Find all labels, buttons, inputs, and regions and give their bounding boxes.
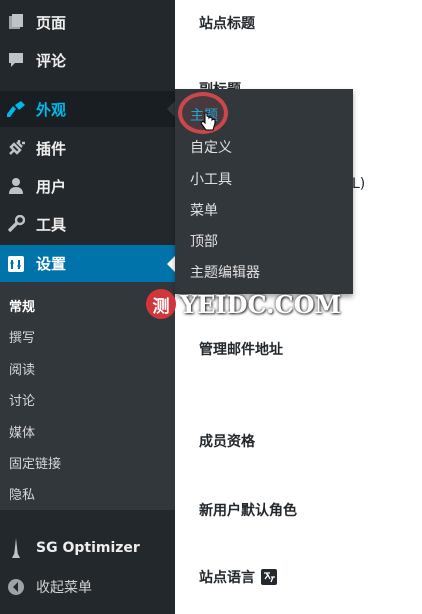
flyout-item-menus[interactable]: 菜单 [190, 200, 218, 220]
sidebar-item-pages[interactable]: 页面 [0, 4, 175, 40]
site-title-label: 站点标题 [199, 16, 255, 32]
submenu-item-reading[interactable]: 阅读 [9, 359, 35, 378]
sidebar-item-label: 评论 [36, 51, 67, 70]
settings-icon [6, 254, 26, 274]
flyout-item-theme-editor[interactable]: 主题编辑器 [190, 262, 260, 282]
sidebar-item-label: 工具 [36, 215, 67, 234]
sidebar-item-label: 页面 [36, 13, 67, 32]
sidebar-item-label: 插件 [36, 139, 67, 158]
sidebar-item-label: SG Optimizer [36, 540, 140, 556]
appearance-icon [6, 99, 26, 119]
site-url-partial-text: L) [352, 176, 366, 192]
sidebar-item-tools[interactable]: 工具 [0, 206, 175, 242]
comments-icon [6, 50, 26, 70]
flyout-item-header[interactable]: 顶部 [190, 231, 218, 251]
watermark: 测 YEIDC.COM [146, 289, 341, 319]
sidebar-item-appearance[interactable]: 外观 [0, 91, 175, 127]
plugins-icon [6, 138, 26, 158]
sidebar-item-users[interactable]: 用户 [0, 168, 175, 204]
submenu-item-media[interactable]: 媒体 [9, 422, 35, 441]
sidebar-item-label: 设置 [36, 255, 67, 273]
submenu-item-privacy[interactable]: 隐私 [9, 484, 35, 503]
flyout-item-customize[interactable]: 自定义 [190, 137, 232, 157]
current-pointer [167, 255, 175, 272]
hand-cursor-icon [200, 112, 216, 136]
collapse-arrow-icon [6, 578, 26, 596]
admin-email-label: 管理邮件地址 [199, 342, 283, 358]
site-language-label: 站点语言 [199, 567, 277, 587]
flyout-pointer [167, 101, 175, 117]
sg-optimizer-icon [6, 538, 26, 558]
translate-icon [261, 569, 277, 585]
watermark-logo-icon: 测 [146, 289, 176, 319]
sidebar-item-comments[interactable]: 评论 [0, 42, 175, 78]
submenu-item-general[interactable]: 常规 [9, 296, 35, 315]
submenu-item-permalinks[interactable]: 固定链接 [9, 453, 61, 472]
submenu-item-writing[interactable]: 撰写 [9, 327, 35, 346]
collapse-menu-label: 收起菜单 [36, 580, 92, 596]
sidebar-item-settings[interactable]: 设置 [0, 245, 175, 282]
sidebar-item-sg-optimizer[interactable]: SG Optimizer [0, 532, 175, 564]
membership-label: 成员资格 [199, 434, 255, 450]
pages-icon [6, 12, 26, 32]
collapse-menu-button[interactable]: 收起菜单 [0, 571, 175, 603]
flyout-item-widgets[interactable]: 小工具 [190, 169, 232, 189]
submenu-item-discussion[interactable]: 讨论 [9, 390, 35, 409]
site-language-text: 站点语言 [199, 570, 255, 586]
sidebar-item-label: 外观 [36, 100, 67, 119]
tools-icon [6, 214, 26, 234]
sidebar-item-label: 用户 [36, 177, 67, 196]
default-role-label: 新用户默认角色 [199, 503, 297, 519]
sidebar-item-plugins[interactable]: 插件 [0, 130, 175, 166]
users-icon [6, 176, 26, 196]
watermark-text: YEIDC.COM [180, 289, 342, 319]
